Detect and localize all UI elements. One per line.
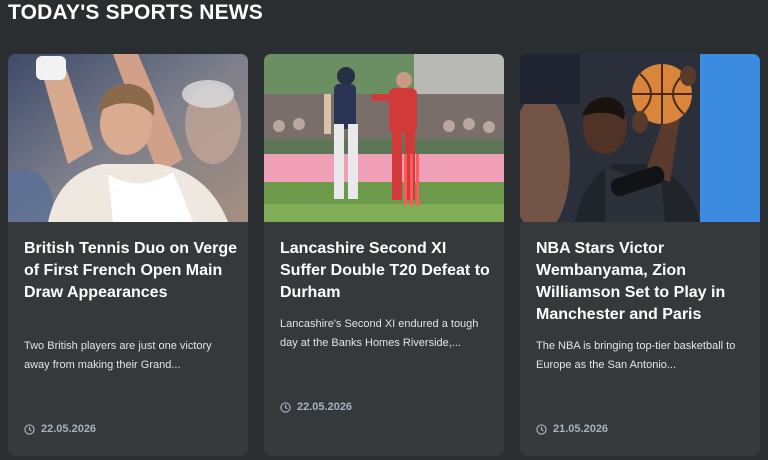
news-card[interactable]: NBA Stars Victor Wembanyama, Zion Willia…: [520, 54, 760, 456]
article-date: 21.05.2026: [536, 423, 608, 435]
article-title[interactable]: NBA Stars Victor Wembanyama, Zion Willia…: [536, 238, 750, 326]
basketball-player-photo-icon: [520, 54, 760, 222]
article-excerpt: Two British players are just one victory…: [24, 340, 212, 371]
clock-icon: [24, 423, 35, 435]
date-text: 22.05.2026: [41, 423, 97, 435]
article-image[interactable]: [520, 54, 760, 222]
news-card[interactable]: British Tennis Duo on Verge of First Fre…: [8, 54, 248, 456]
section-title: TODAY'S SPORTS NEWS: [8, 1, 264, 24]
date-text: 21.05.2026: [553, 423, 609, 435]
article-date: 22.05.2026: [24, 423, 96, 435]
article-date: 22.05.2026: [280, 401, 352, 413]
article-title[interactable]: Lancashire Second XI Suffer Double T20 D…: [280, 238, 494, 304]
clock-icon: [536, 423, 547, 435]
article-image[interactable]: [8, 54, 248, 222]
article-image[interactable]: [264, 54, 504, 222]
article-title[interactable]: British Tennis Duo on Verge of First Fre…: [24, 238, 238, 304]
news-card[interactable]: Lancashire Second XI Suffer Double T20 D…: [264, 54, 504, 456]
article-excerpt: Lancashire's Second XI endured a tough d…: [280, 318, 479, 349]
article-excerpt: The NBA is bringing top-tier basketball …: [536, 340, 736, 371]
date-text: 22.05.2026: [297, 401, 353, 413]
tennis-player-photo-icon: [8, 54, 248, 222]
clock-icon: [280, 401, 291, 413]
cricket-match-photo-icon: [264, 54, 504, 222]
